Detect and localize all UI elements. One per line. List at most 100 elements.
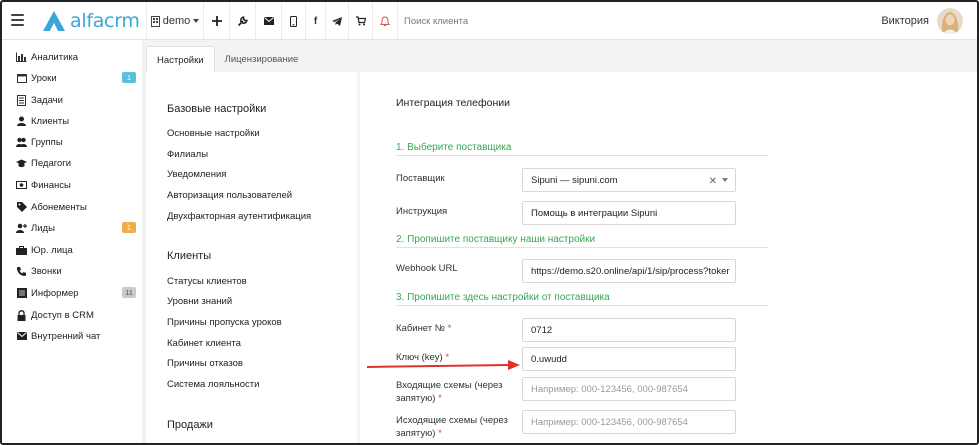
nav-link-refusal-reasons[interactable]: Причины отказов	[167, 358, 243, 369]
webhook-url-field[interactable]: https://demo.s20.online/api/1/sip/proces…	[522, 259, 736, 283]
add-button[interactable]	[203, 2, 229, 40]
sidebar-item-label: Юр. лица	[31, 244, 73, 256]
section-title-sales: Продажи	[167, 419, 213, 431]
leads-count-badge: 1	[122, 222, 136, 233]
lessons-count-badge: 1	[122, 72, 136, 83]
sidebar-item-crm-access[interactable]: Доступ в CRM	[16, 307, 138, 323]
nav-link-two-factor[interactable]: Двухфакторная аутентификация	[167, 211, 311, 222]
nav-link-client-cabinet[interactable]: Кабинет клиента	[167, 338, 241, 349]
sidebar-item-label: Финансы	[31, 179, 71, 191]
sidebar-item-label: Уроки	[31, 72, 57, 84]
phone-icon	[16, 266, 27, 277]
sidebar-item-clients[interactable]: Клиенты	[16, 113, 138, 129]
incoming-schemes-label: Входящие схемы (через запятую) *	[396, 380, 503, 404]
cart-button[interactable]	[348, 2, 372, 40]
users-icon	[16, 137, 27, 148]
sidebar-item-label: Задачи	[31, 94, 63, 106]
logo[interactable]: alfacrm	[42, 10, 140, 32]
nav-link-absence-reasons[interactable]: Причины пропуска уроков	[167, 317, 282, 328]
facebook-button[interactable]: f	[305, 2, 325, 40]
user-icon	[16, 116, 27, 127]
branch-selector[interactable]: demo	[146, 2, 203, 40]
tag-icon	[16, 202, 27, 213]
nav-link-user-auth[interactable]: Авторизация пользователей	[167, 190, 292, 201]
user-menu[interactable]: Виктория	[881, 7, 963, 35]
settings-nav-panel: Базовые настройки Основные настройки Фил…	[146, 72, 357, 443]
sidebar-item-leads[interactable]: Лиды 1	[16, 220, 138, 236]
chevron-down-icon	[722, 178, 728, 182]
outgoing-schemes-field[interactable]: Например: 000-123456, 000-987654	[522, 410, 736, 434]
sidebar-item-groups[interactable]: Группы	[16, 134, 138, 150]
sidebar-item-label: Педагоги	[31, 157, 72, 169]
menu-icon[interactable]	[11, 14, 24, 26]
clear-icon[interactable]: ✕	[709, 176, 717, 187]
phone-icon	[290, 15, 297, 27]
logo-mark-icon	[43, 11, 65, 31]
sidebar-item-teachers[interactable]: Педагоги	[16, 155, 138, 171]
required-mark: *	[438, 393, 442, 404]
nav-link-knowledge-levels[interactable]: Уровни знаний	[167, 296, 232, 307]
instruction-link[interactable]: Помощь в интеграции Sipuni	[522, 201, 736, 225]
nav-link-client-statuses[interactable]: Статусы клиентов	[167, 276, 247, 287]
step-provider-settings: 3. Пропишите здесь настройки от поставщи…	[396, 292, 768, 306]
sidebar-item-lessons[interactable]: Уроки 1	[16, 70, 138, 86]
nav-link-main-settings[interactable]: Основные настройки	[167, 128, 260, 139]
building-icon	[150, 15, 160, 27]
main-content: Настройки Лицензирование Базовые настрой…	[142, 40, 977, 443]
sidebar-item-internal-chat[interactable]: Внутренний чат	[16, 328, 138, 344]
step-choose-provider: 1. Выберите поставщика	[396, 142, 768, 156]
sidebar-item-legal-entities[interactable]: Юр. лица	[16, 242, 138, 258]
list-icon	[16, 288, 27, 299]
sidebar-item-label: Доступ в CRM	[31, 309, 94, 321]
telegram-button[interactable]	[325, 2, 348, 40]
envelope-icon	[16, 331, 27, 342]
settings-button[interactable]	[229, 2, 255, 40]
sidebar-item-label: Абонементы	[31, 201, 87, 213]
sidebar: Аналитика Уроки 1 Задачи Клиенты Группы …	[2, 40, 142, 443]
money-icon	[16, 180, 27, 191]
tab-settings[interactable]: Настройки	[146, 46, 215, 72]
provider-select[interactable]: Sipuni — sipuni.com ✕	[522, 168, 736, 192]
tab-bar: Настройки Лицензирование	[146, 46, 308, 72]
facebook-icon: f	[313, 15, 318, 27]
sidebar-item-label: Лиды	[31, 222, 55, 234]
chart-icon	[16, 52, 27, 63]
telephony-panel: Интеграция телефонии 1. Выберите поставщ…	[360, 72, 977, 443]
incoming-schemes-field[interactable]: Например: 000-123456, 000-987654	[522, 377, 736, 401]
sidebar-item-finance[interactable]: Финансы	[16, 177, 138, 193]
tab-licensing[interactable]: Лицензирование	[215, 46, 309, 72]
informer-count-badge: 11	[122, 287, 136, 298]
instruction-label: Инструкция	[396, 206, 448, 217]
phone-button[interactable]	[281, 2, 305, 40]
sidebar-item-label: Клиенты	[31, 115, 70, 127]
sidebar-item-analytics[interactable]: Аналитика	[16, 49, 138, 65]
wrench-icon	[237, 15, 248, 26]
mail-button[interactable]	[255, 2, 281, 40]
cabinet-label: Кабинет № *	[396, 323, 452, 334]
user-name: Виктория	[881, 15, 929, 27]
tasks-icon	[16, 94, 27, 106]
sidebar-item-informer[interactable]: Информер 11	[16, 285, 138, 301]
avatar	[937, 8, 963, 34]
sidebar-item-label: Группы	[31, 136, 63, 148]
sidebar-item-tasks[interactable]: Задачи	[16, 92, 138, 108]
cart-icon	[355, 16, 366, 26]
sidebar-item-subscriptions[interactable]: Абонементы	[16, 199, 138, 215]
sidebar-item-calls[interactable]: Звонки	[16, 263, 138, 279]
sidebar-item-label: Информер	[31, 287, 79, 299]
section-title-basic: Базовые настройки	[167, 103, 267, 115]
nav-link-loyalty-system[interactable]: Система лояльности	[167, 379, 259, 390]
page-title: Интеграция телефонии	[396, 97, 511, 109]
nav-link-branches[interactable]: Филиалы	[167, 149, 208, 160]
key-field[interactable]: 0.uwudd	[522, 347, 736, 371]
webhook-label: Webhook URL	[396, 263, 458, 274]
logo-text: alfacrm	[70, 10, 140, 32]
step-configure-provider: 2. Пропишите поставщику наши настройки	[396, 234, 768, 248]
branch-label: demo	[162, 15, 191, 27]
client-search-input[interactable]: Поиск клиента	[404, 2, 468, 40]
nav-link-notifications[interactable]: Уведомления	[167, 169, 226, 180]
cabinet-number-field[interactable]: 0712	[522, 318, 736, 342]
notifications-button[interactable]	[372, 2, 398, 40]
sidebar-item-label: Аналитика	[31, 51, 79, 63]
app-window: alfacrm demo f Поиск клиента Виктория Ан…	[0, 0, 979, 445]
